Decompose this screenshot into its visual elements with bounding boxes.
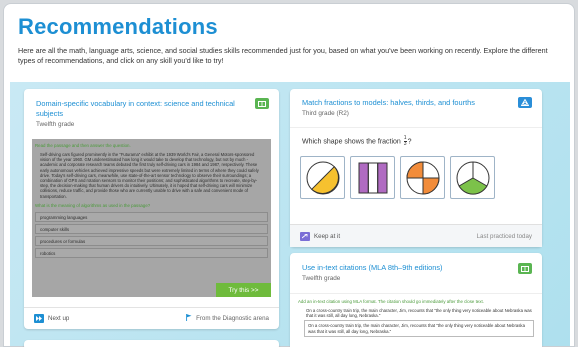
- skill-preview[interactable]: Add an in-text citation using MLA format…: [290, 293, 542, 347]
- shape-choice-bars[interactable]: [350, 156, 395, 199]
- answer-option[interactable]: robotics: [35, 247, 268, 258]
- book-icon: [255, 98, 269, 109]
- card-header: Match fractions to models: halves, third…: [290, 89, 542, 127]
- skill-preview[interactable]: Read the passage and then answer the que…: [32, 139, 271, 297]
- card-header: Domain-specific vocabulary in context: s…: [24, 89, 279, 135]
- grade-label: Third grade (R2): [302, 110, 349, 117]
- grade-label: Twelfth grade: [302, 275, 341, 282]
- skill-title[interactable]: Match fractions to models: halves, third…: [302, 98, 532, 108]
- preview-quote: On a cross-country train trip, the main …: [306, 307, 532, 318]
- book-icon: [518, 263, 532, 274]
- preview-instruction: Read the passage and then answer the que…: [35, 143, 131, 148]
- next-up-tag: Next up: [34, 314, 69, 323]
- fraction-denominator: 3: [403, 141, 407, 147]
- page-description: Here are all the math, language arts, sc…: [18, 46, 548, 65]
- skill-title[interactable]: Domain-specific vocabulary in context: s…: [36, 99, 236, 119]
- preview-passage: Self-driving cars figured prominently in…: [40, 152, 259, 199]
- next-up-label: Next up: [48, 315, 70, 322]
- try-this-button[interactable]: Try this >>: [216, 283, 271, 297]
- arrow-icon: [300, 231, 310, 241]
- shape-choice-halves[interactable]: [300, 156, 345, 199]
- keep-at-it-tag: Keep at it: [300, 231, 341, 241]
- preview-question: Which shape shows the fraction 1 3 ?: [302, 135, 412, 147]
- card-footer: Keep at it Last practiced today: [290, 224, 542, 247]
- last-practiced-label: Last practiced today: [476, 232, 532, 240]
- answer-option[interactable]: procedures or formulas: [35, 235, 268, 246]
- answer-option[interactable]: programming languages: [35, 211, 268, 222]
- source-tag: From the Diagnostic arena: [186, 314, 269, 323]
- card-header: Use in-text citations (MLA 8th–9th editi…: [290, 253, 542, 291]
- answer-field[interactable]: On a cross-country train trip, the main …: [304, 320, 534, 338]
- answer-option[interactable]: computer skills: [35, 223, 268, 234]
- keep-at-it-label: Keep at it: [314, 232, 341, 240]
- skill-card-fractions[interactable]: Match fractions to models: halves, third…: [290, 89, 542, 247]
- fast-forward-icon: [34, 314, 44, 323]
- grade-label: Twelfth grade: [36, 121, 75, 128]
- skill-card-partial[interactable]: [24, 340, 279, 347]
- skill-card-vocabulary[interactable]: Domain-specific vocabulary in context: s…: [24, 89, 279, 329]
- card-footer: Next up From the Diagnostic arena: [24, 307, 279, 329]
- shape-choices: [300, 156, 495, 199]
- source-label: From the Diagnostic arena: [196, 315, 269, 322]
- skill-preview[interactable]: Which shape shows the fraction 1 3 ?: [290, 127, 542, 224]
- flag-icon: [186, 314, 192, 323]
- preview-question: What is the meaning of algorithms as use…: [35, 202, 151, 208]
- shape-choice-thirds[interactable]: [450, 156, 495, 199]
- shapes-icon: [518, 97, 532, 108]
- page-header: Recommendations Here are all the math, l…: [4, 4, 574, 78]
- skill-card-citations[interactable]: Use in-text citations (MLA 8th–9th editi…: [290, 253, 542, 347]
- preview-instruction: Add an in-text citation using MLA format…: [298, 299, 484, 304]
- shape-choice-quarters[interactable]: [400, 156, 445, 199]
- page-title: Recommendations: [18, 14, 218, 39]
- skill-title[interactable]: Use in-text citations (MLA 8th–9th editi…: [302, 263, 532, 273]
